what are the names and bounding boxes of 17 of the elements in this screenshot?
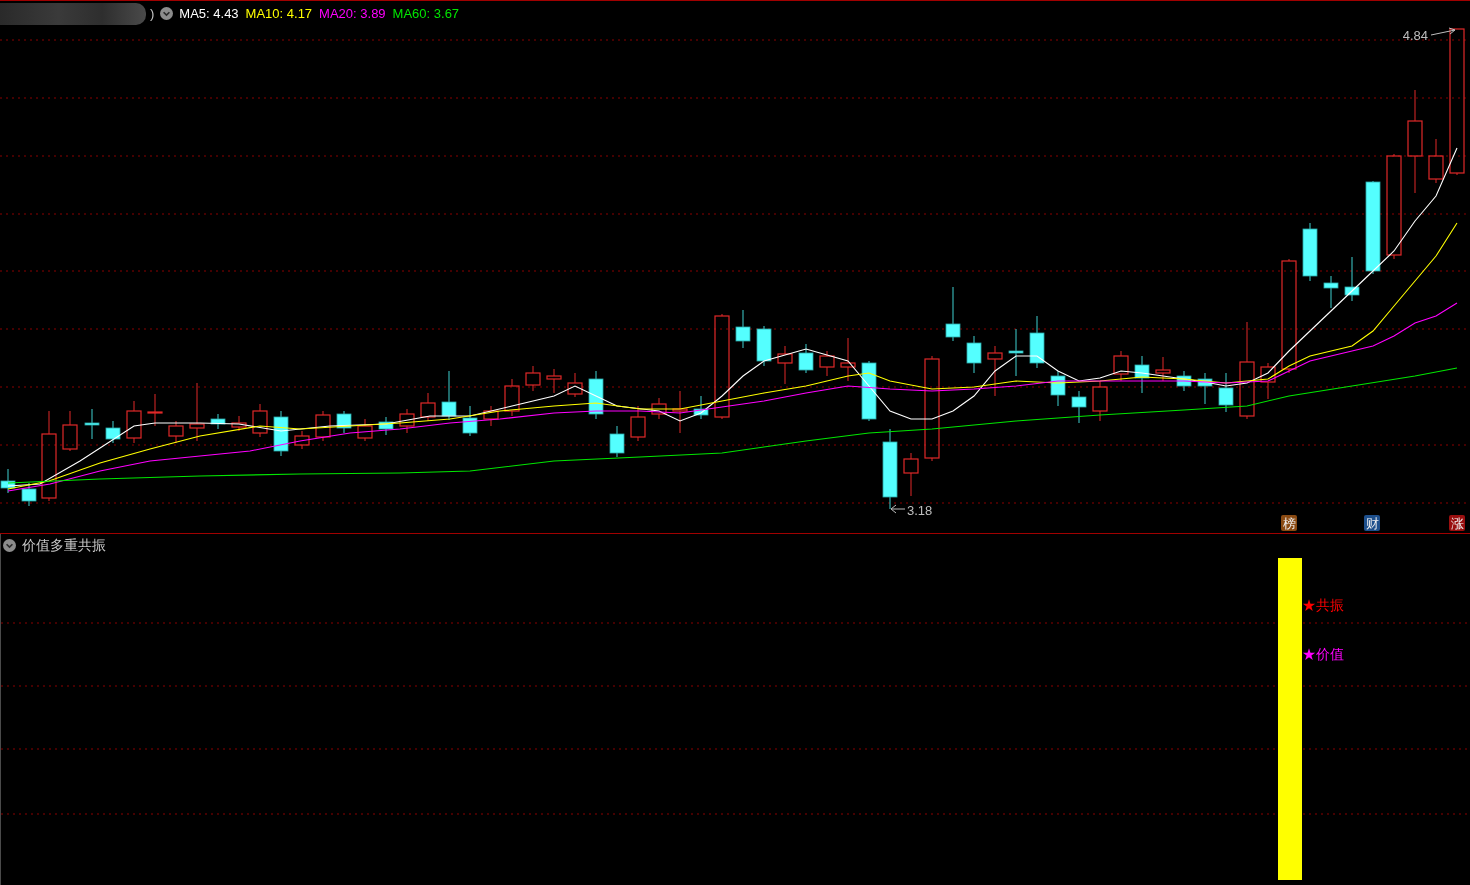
indicator-title: 价值多重共振 <box>22 536 106 554</box>
marker-badge[interactable]: 涨 <box>1449 515 1465 531</box>
signal-label: ★共振 <box>1302 596 1344 614</box>
leader-arrow <box>890 504 906 514</box>
marker-badge[interactable]: 财 <box>1364 515 1380 531</box>
high-price-label: 4.84 <box>1402 28 1428 43</box>
title-fragment: ) <box>150 4 155 23</box>
moving-average-reading: MA60: 3.67 <box>392 4 460 23</box>
moving-average-reading: MA5: 4.43 <box>179 4 239 23</box>
moving-average-reading: MA20: 3.89 <box>319 4 386 23</box>
moving-average-reading: MA10: 4.17 <box>245 4 313 23</box>
signal-label: ★价值 <box>1302 645 1344 663</box>
marker-badge[interactable]: 榜 <box>1281 515 1297 531</box>
low-price-label: 3.18 <box>907 503 933 518</box>
chevron-circle-icon[interactable] <box>3 538 16 552</box>
leader-arrow <box>1430 27 1456 36</box>
chevron-circle-icon[interactable] <box>160 7 174 20</box>
